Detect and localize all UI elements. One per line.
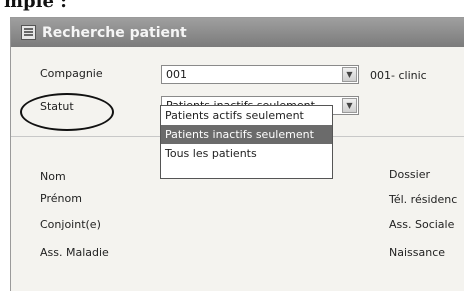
field-label-naissance: Naissance [389, 246, 446, 259]
search-patient-icon [21, 25, 36, 40]
window-title: Recherche patient [42, 24, 187, 41]
statut-option-inactive[interactable]: Patients inactifs seulement [161, 125, 332, 144]
field-label-ass-maladie: Ass. Maladie [40, 246, 109, 259]
field-label-dossier: Dossier [389, 168, 431, 181]
title-bar: Recherche patient [11, 18, 464, 47]
field-label-tel-residence: Tél. résidenc [389, 193, 458, 206]
statut-option-all[interactable]: Tous les patients [161, 144, 332, 163]
annotation-ellipse [20, 93, 114, 131]
compagnie-label: Compagnie [40, 67, 103, 80]
field-label-prenom: Prénom [40, 192, 82, 205]
chevron-down-icon[interactable]: ▼ [342, 67, 357, 82]
field-label-conjoint: Conjoint(e) [40, 218, 101, 231]
chevron-down-icon[interactable]: ▼ [342, 98, 357, 113]
compagnie-suffix: 001- clinic [370, 69, 427, 82]
field-label-nom: Nom [40, 170, 66, 183]
statut-dropdown-list: Patients actifs seulement Patients inact… [160, 105, 333, 179]
compagnie-select[interactable]: 001 ▼ [161, 65, 359, 84]
compagnie-value: 001 [166, 68, 187, 81]
field-label-ass-sociale: Ass. Sociale [389, 218, 455, 231]
statut-option-active[interactable]: Patients actifs seulement [161, 106, 332, 125]
page-caption: mple : [4, 0, 67, 12]
